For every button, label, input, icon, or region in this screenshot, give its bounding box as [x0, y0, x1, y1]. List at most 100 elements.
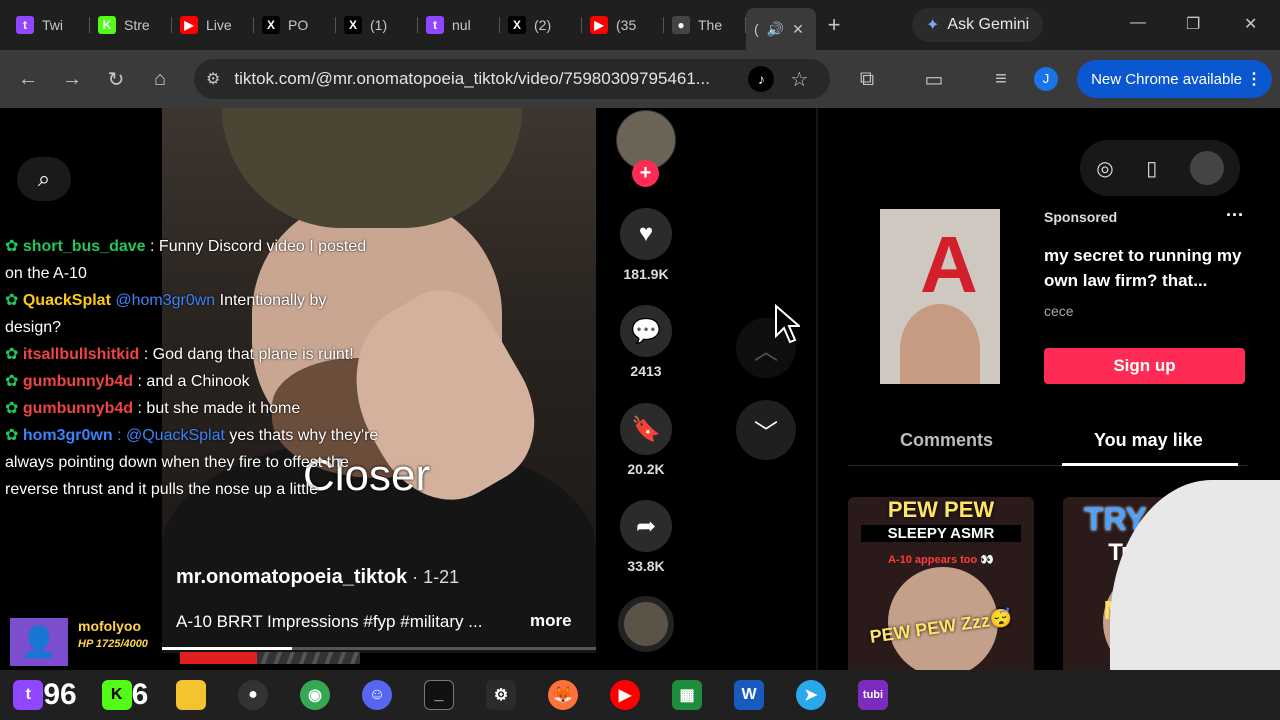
sheets-icon[interactable]: ▦	[656, 675, 718, 715]
ask-gemini-button[interactable]: ✦ Ask Gemini	[912, 8, 1044, 42]
chat-username: itsallbullshitkid	[22, 346, 140, 363]
obs-icon[interactable]: ●	[222, 675, 284, 715]
profile-avatar-tiktok[interactable]	[1189, 151, 1224, 185]
menu-dots-icon[interactable]: ⋮	[1246, 69, 1262, 89]
new-tab-button[interactable]: +	[816, 12, 852, 38]
active-tab[interactable]: ( 🔊 ✕	[746, 8, 816, 50]
chat-badge-icon: ✿	[5, 238, 23, 255]
next-video-button[interactable]: ﹀	[736, 400, 796, 460]
tab-label: Live	[206, 17, 232, 33]
more-button[interactable]: more	[530, 611, 572, 631]
video-frame-cap	[222, 108, 522, 228]
kick-taskbar-item[interactable]: K 6	[90, 675, 160, 715]
site-settings-icon[interactable]: ⚙	[206, 69, 220, 89]
tiktok-extension-icon[interactable]: ♪	[748, 66, 775, 92]
panel-divider	[816, 108, 818, 670]
word-icon[interactable]: W	[718, 675, 780, 715]
music-disc-icon[interactable]	[618, 596, 674, 652]
twitch-taskbar-item[interactable]: t 96	[0, 675, 90, 715]
sign-up-button[interactable]: Sign up	[1044, 348, 1245, 384]
media-controls-icon[interactable]: ≡	[979, 68, 1023, 91]
close-tab-icon[interactable]: ✕	[792, 21, 804, 38]
minimize-icon[interactable]: —	[1130, 14, 1146, 32]
share-action[interactable]: ➦ 33.8K	[616, 500, 676, 574]
close-window-icon[interactable]: ✕	[1244, 14, 1257, 34]
tab-favicon-icon: X	[344, 16, 362, 34]
like-action[interactable]: ♥ 181.9K	[616, 208, 676, 282]
post-date: · 1-21	[407, 567, 460, 587]
kick-count: 6	[131, 678, 149, 711]
browser-tab[interactable]: ● The	[664, 8, 746, 42]
chat-username: short_bus_dave	[22, 238, 146, 255]
recommended-video-1[interactable]: PEW PEW SLEEPY ASMR A-10 appears too 👀 P…	[848, 497, 1034, 670]
tab-favicon-icon: K	[98, 16, 116, 34]
reload-icon[interactable]: ↻	[94, 67, 138, 92]
follow-plus-icon[interactable]: +	[632, 160, 659, 187]
url-text[interactable]: tiktok.com/@mr.onomatopoeia_tiktok/video…	[234, 69, 734, 89]
tubi-icon[interactable]: tubi	[842, 675, 904, 715]
search-icon[interactable]: ⌕	[17, 157, 71, 201]
browser-tab[interactable]: t Twi	[8, 8, 90, 42]
home-icon[interactable]: ⌂	[138, 68, 182, 91]
chat-username: gumbunnyb4d	[22, 373, 134, 390]
firefox-icon[interactable]: 🦊	[532, 675, 594, 715]
tab-label: PO	[288, 17, 309, 33]
browser-tab[interactable]: X (2)	[500, 8, 582, 42]
rec1-line3: A-10 appears too 👀	[888, 554, 994, 566]
speaker-icon[interactable]: 🔊	[767, 21, 784, 38]
tab-you-may-like[interactable]: You may like	[1094, 430, 1203, 451]
terminal-icon[interactable]: _	[408, 675, 470, 715]
settings-app-icon[interactable]: ⚙	[470, 675, 532, 715]
twitch-icon: t	[13, 680, 44, 710]
browser-tab[interactable]: X (1)	[336, 8, 418, 42]
hp-widget: 👤 mofolyoo HP 1725/4000	[10, 616, 360, 668]
bookmark-icon[interactable]: 🔖	[620, 403, 672, 455]
tab-label: (35	[616, 17, 637, 33]
comment-icon[interactable]: 💬	[620, 305, 672, 357]
extensions-icon[interactable]: ⧉	[845, 68, 889, 91]
restore-icon[interactable]: ❐	[1186, 14, 1200, 34]
file-explorer-icon[interactable]	[160, 675, 222, 715]
telegram-icon[interactable]: ➤	[780, 675, 842, 715]
discord-icon[interactable]: ☺	[346, 675, 408, 715]
windows-taskbar: t 96 K 6 ● ◉ ☺ _ ⚙ 🦊 ▶ ▦ W ➤ tubi	[0, 670, 1280, 720]
chat-username: hom3gr0wn	[22, 427, 113, 444]
cast-icon[interactable]: ▭	[912, 67, 956, 92]
chat-badge-icon: ✿	[5, 400, 23, 417]
browser-tab[interactable]: t nul	[418, 8, 500, 42]
new-chrome-available-button[interactable]: New Chrome available ⋮	[1077, 60, 1272, 98]
tab-label: Stre	[124, 17, 150, 33]
browser-tab[interactable]: K Stre	[90, 8, 172, 42]
browser-tab[interactable]: X PO	[254, 8, 336, 42]
browser-tab-strip: t Twi K Stre ▶ Live X PO X (1) t nul X (2) ▶ (35 ● The ( …	[0, 0, 1280, 50]
bookmark-star-icon[interactable]: ☆	[790, 67, 808, 92]
heart-icon[interactable]: ♥	[620, 208, 672, 260]
stream-chat-overlay: ✿ short_bus_dave : Funny Discord video I…	[5, 233, 385, 503]
sponsored-ad[interactable]: A Sponsored ··· my secret to running my …	[848, 205, 1248, 385]
ad-thumbnail[interactable]: A	[880, 209, 1000, 384]
tab-comments[interactable]: Comments	[900, 430, 993, 451]
back-icon[interactable]: ←	[6, 68, 50, 91]
browser-tab[interactable]: ▶ Live	[172, 8, 254, 42]
comment-action[interactable]: 💬 2413	[616, 305, 676, 379]
rec1-line2: SLEEPY ASMR	[861, 525, 1021, 542]
chat-message: ✿ itsallbullshitkid : God dang that plan…	[5, 341, 385, 368]
video-author[interactable]: mr.onomatopoeia_tiktok · 1-21	[176, 566, 459, 589]
address-bar[interactable]: ⚙ tiktok.com/@mr.onomatopoeia_tiktok/vid…	[194, 59, 830, 99]
chrome-icon[interactable]: ◉	[284, 675, 346, 715]
tab-label: Twi	[42, 17, 63, 33]
share-icon[interactable]: ➦	[620, 500, 672, 552]
author-name[interactable]: mr.onomatopoeia_tiktok	[176, 566, 407, 588]
save-action[interactable]: 🔖 20.2K	[616, 403, 676, 477]
forward-icon[interactable]: →	[50, 68, 94, 91]
profile-avatar[interactable]: J	[1034, 67, 1058, 91]
ad-menu-icon[interactable]: ···	[1226, 205, 1244, 226]
phone-icon[interactable]: ▯	[1146, 156, 1157, 181]
tiktok-coin-icon[interactable]: ◎	[1096, 156, 1113, 181]
active-tab-indicator	[1062, 463, 1238, 466]
youtube-icon[interactable]: ▶	[594, 675, 656, 715]
browser-tab[interactable]: ▶ (35	[582, 8, 664, 42]
chat-mention: : @QuackSplat	[112, 427, 225, 444]
ad-title[interactable]: my secret to running my own law firm? th…	[1044, 243, 1248, 293]
chat-badge-icon: ✿	[5, 373, 23, 390]
